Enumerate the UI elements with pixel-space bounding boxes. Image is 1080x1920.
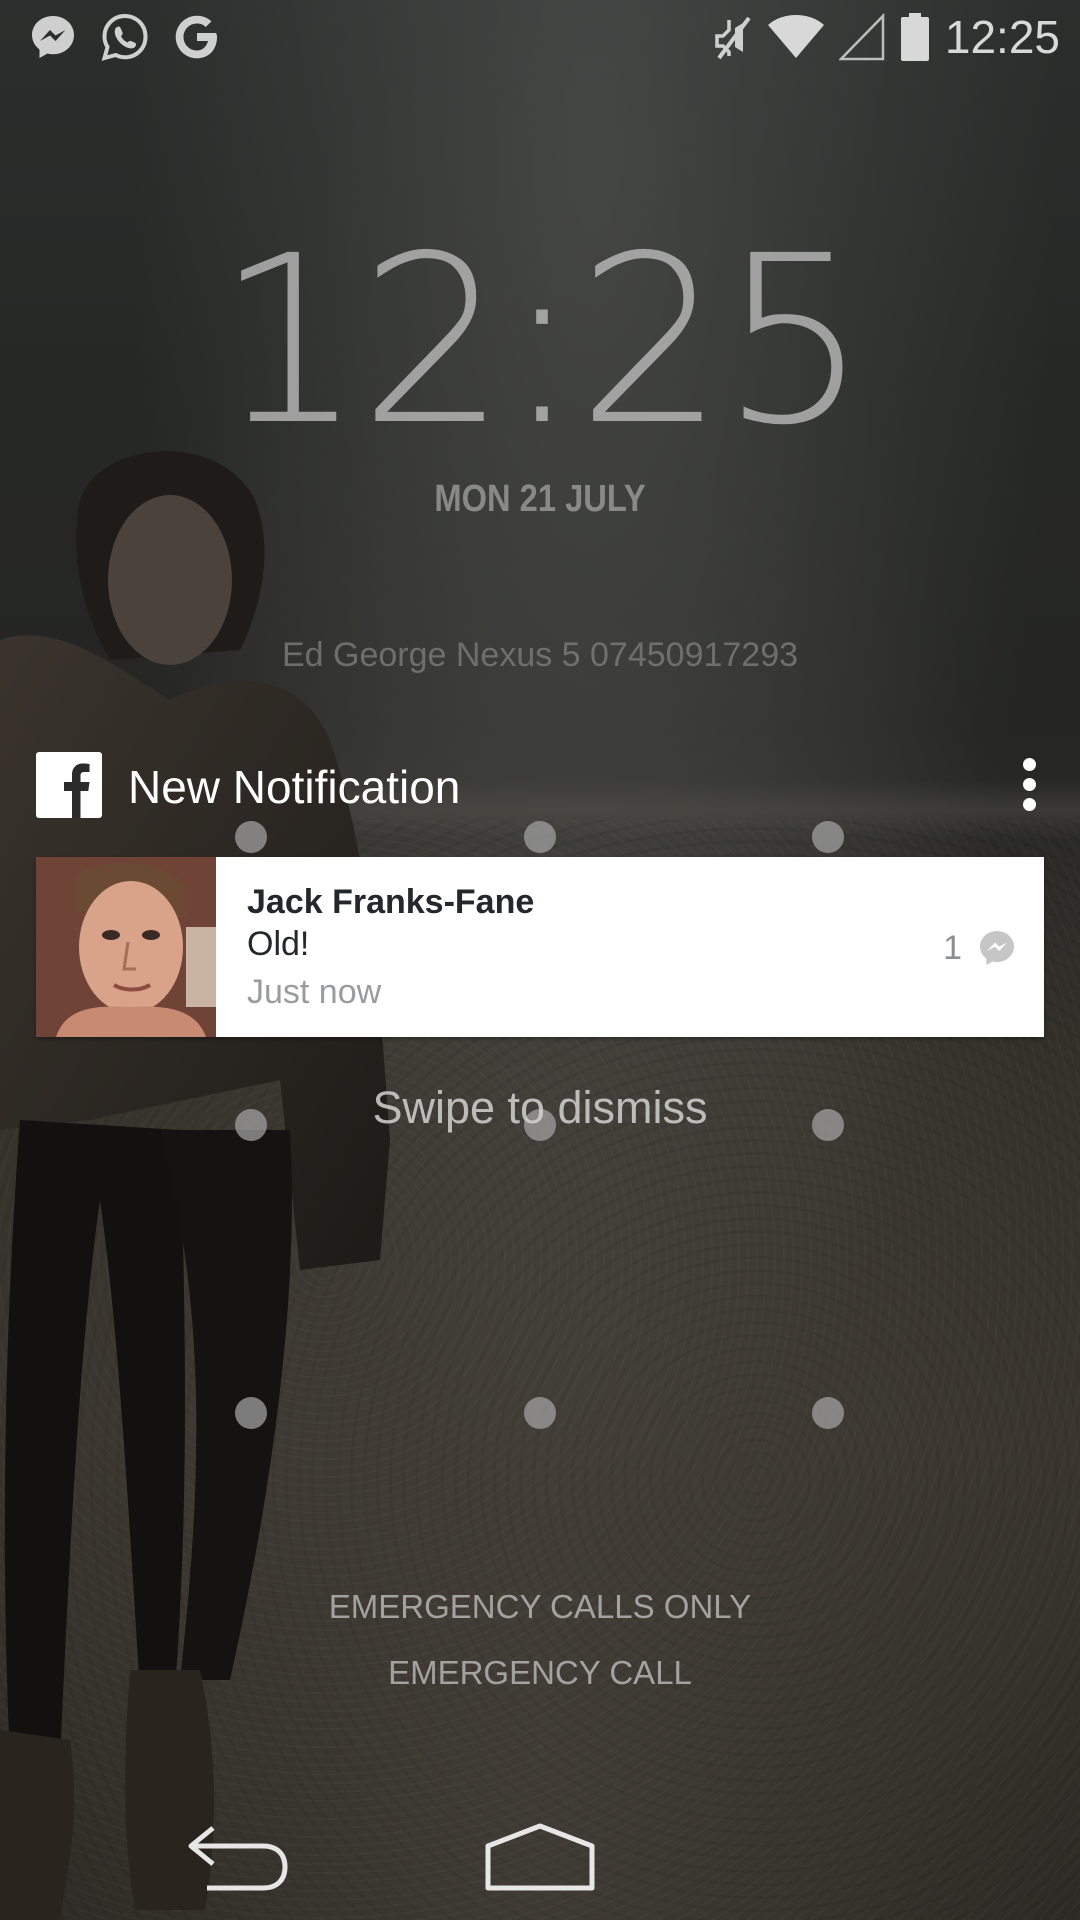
pattern-dot[interactable] bbox=[524, 821, 556, 853]
vibrate-mute-icon bbox=[715, 16, 751, 60]
battery-icon bbox=[900, 13, 929, 61]
pattern-dot[interactable] bbox=[812, 821, 844, 853]
emergency-call-button[interactable]: EMERGENCY CALL bbox=[0, 1654, 1080, 1692]
emergency-status-text: EMERGENCY CALLS ONLY bbox=[328, 1588, 752, 1625]
lockscreen: 12:25 12:25 MON 21 JULY Ed George Nexus … bbox=[0, 0, 1080, 1920]
pattern-dot[interactable] bbox=[235, 1397, 267, 1429]
messenger-icon bbox=[980, 931, 1014, 965]
messenger-icon bbox=[32, 16, 74, 58]
system-icons: 12:25 bbox=[713, 10, 1060, 64]
notification-time: Just now bbox=[247, 973, 382, 1011]
facebook-icon bbox=[36, 752, 102, 818]
notification-card[interactable]: Jack Franks-Fane Old! Just now 1 bbox=[36, 857, 1044, 1037]
home-icon[interactable] bbox=[484, 1822, 596, 1892]
status-bar: 12:25 bbox=[0, 0, 1080, 75]
wifi-icon bbox=[767, 15, 824, 58]
back-icon[interactable] bbox=[185, 1824, 295, 1894]
more-options-icon[interactable] bbox=[1014, 754, 1044, 814]
pattern-dot[interactable] bbox=[812, 1397, 844, 1429]
lockscreen-clock: 12:25 bbox=[215, 206, 869, 476]
notification-header: New Notification bbox=[36, 752, 1044, 818]
notification-header-title: New Notification bbox=[128, 761, 461, 813]
pattern-dot[interactable] bbox=[524, 1397, 556, 1429]
notification-message: Old! bbox=[247, 925, 310, 963]
google-icon bbox=[175, 15, 217, 59]
cell-signal-icon bbox=[838, 12, 885, 61]
notification-count: 1 bbox=[943, 929, 962, 967]
lockscreen-date: MON 21 JULY bbox=[434, 478, 646, 520]
status-bar-time: 12:25 bbox=[944, 11, 1060, 63]
pattern-dot[interactable] bbox=[235, 821, 267, 853]
notification-sender: Jack Franks-Fane bbox=[247, 883, 535, 921]
avatar bbox=[36, 857, 216, 1037]
navigation-bar bbox=[0, 1800, 1080, 1920]
notification-icons bbox=[28, 12, 222, 62]
owner-info: Ed George Nexus 5 07450917293 bbox=[281, 636, 799, 674]
swipe-to-dismiss-hint: Swipe to dismiss bbox=[372, 1082, 708, 1133]
whatsapp-icon bbox=[101, 13, 148, 61]
